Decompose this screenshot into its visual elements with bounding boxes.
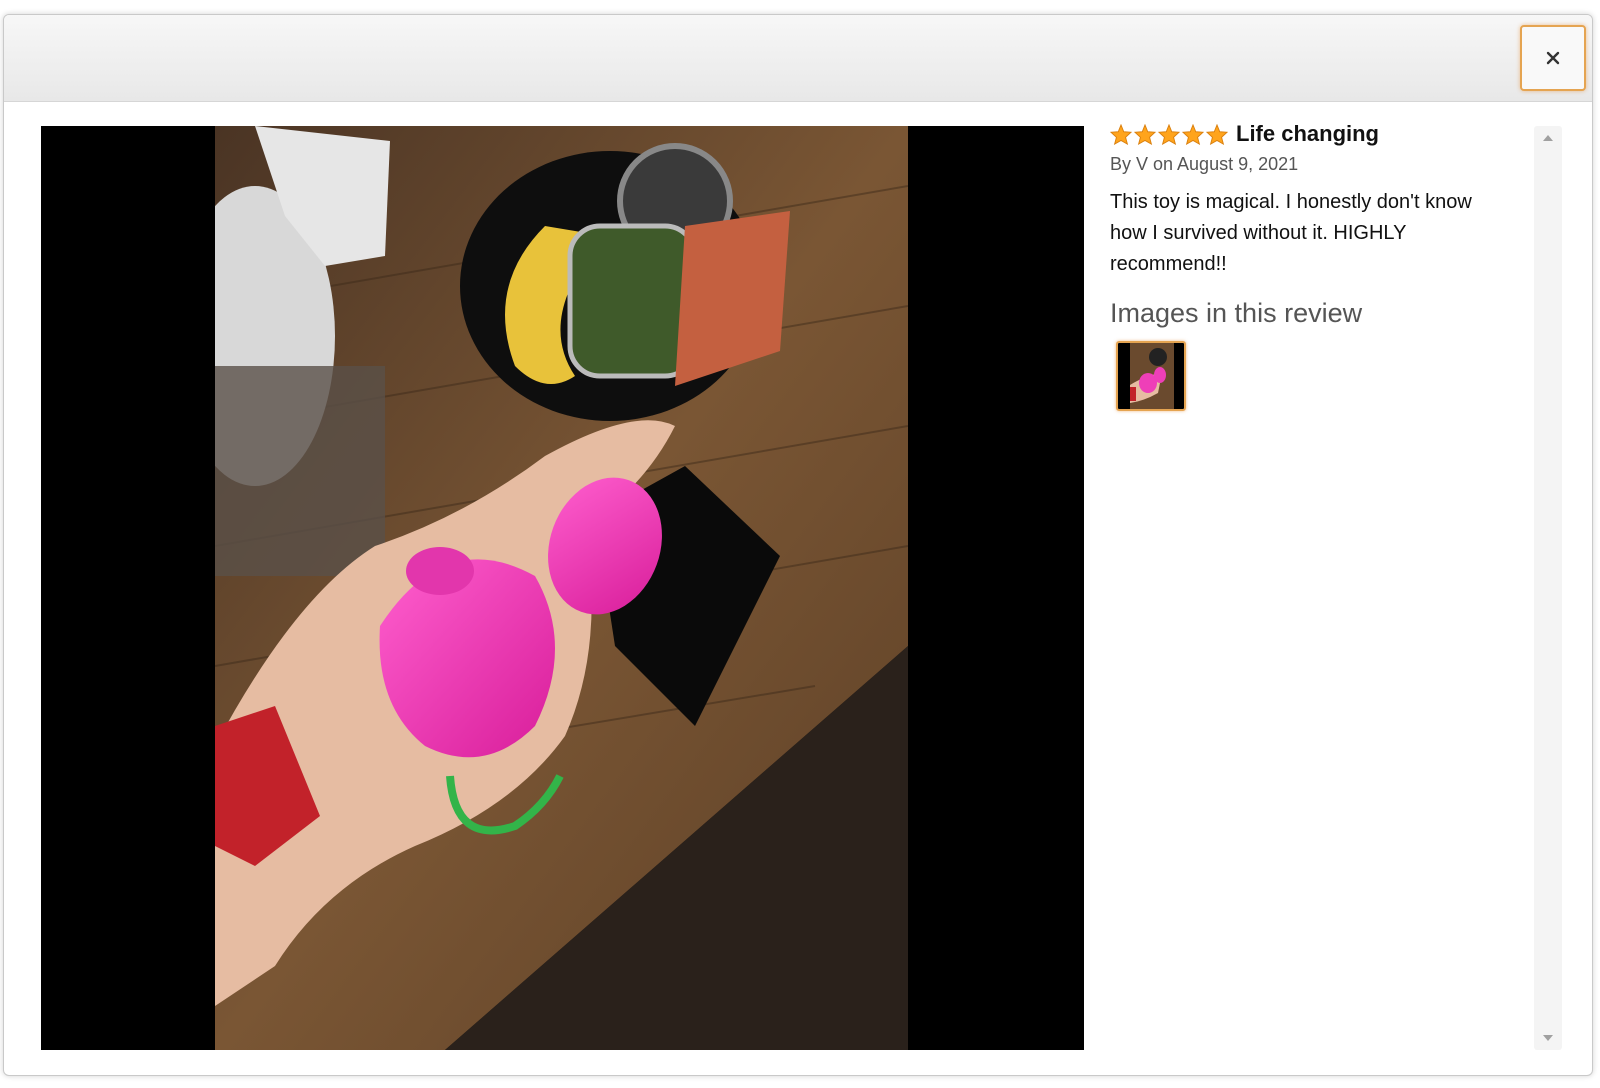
- review-title: Life changing: [1236, 121, 1379, 146]
- star-icon: [1182, 123, 1204, 145]
- review-image-modal: Life changing By V on August 9, 2021 Thi…: [3, 14, 1593, 1076]
- star-icon: [1158, 123, 1180, 145]
- review-image-viewer: [41, 126, 1084, 1050]
- images-heading: Images in this review: [1110, 298, 1363, 328]
- star-icon: [1206, 123, 1228, 145]
- scroll-up-button[interactable]: [1534, 126, 1562, 150]
- review-scrollbar[interactable]: [1534, 126, 1562, 1050]
- star-rating: [1110, 123, 1228, 145]
- review-details: Life changing By V on August 9, 2021 Thi…: [1110, 120, 1510, 1050]
- close-icon: [1546, 51, 1560, 65]
- review-byline: By V on August 9, 2021: [1110, 154, 1299, 174]
- review-photo: [215, 126, 908, 1050]
- review-image-thumbnail[interactable]: [1116, 341, 1186, 411]
- chevron-up-icon: [1543, 135, 1553, 141]
- close-button[interactable]: [1520, 25, 1586, 91]
- scroll-down-button[interactable]: [1534, 1026, 1562, 1050]
- modal-header: [4, 15, 1592, 102]
- review-body: This toy is magical. I honestly don't kn…: [1110, 191, 1472, 275]
- star-icon: [1134, 123, 1156, 145]
- star-icon: [1110, 123, 1132, 145]
- chevron-down-icon: [1543, 1035, 1553, 1041]
- thumbnail-image: [1118, 343, 1184, 409]
- review-title-row: Life changing: [1110, 120, 1510, 148]
